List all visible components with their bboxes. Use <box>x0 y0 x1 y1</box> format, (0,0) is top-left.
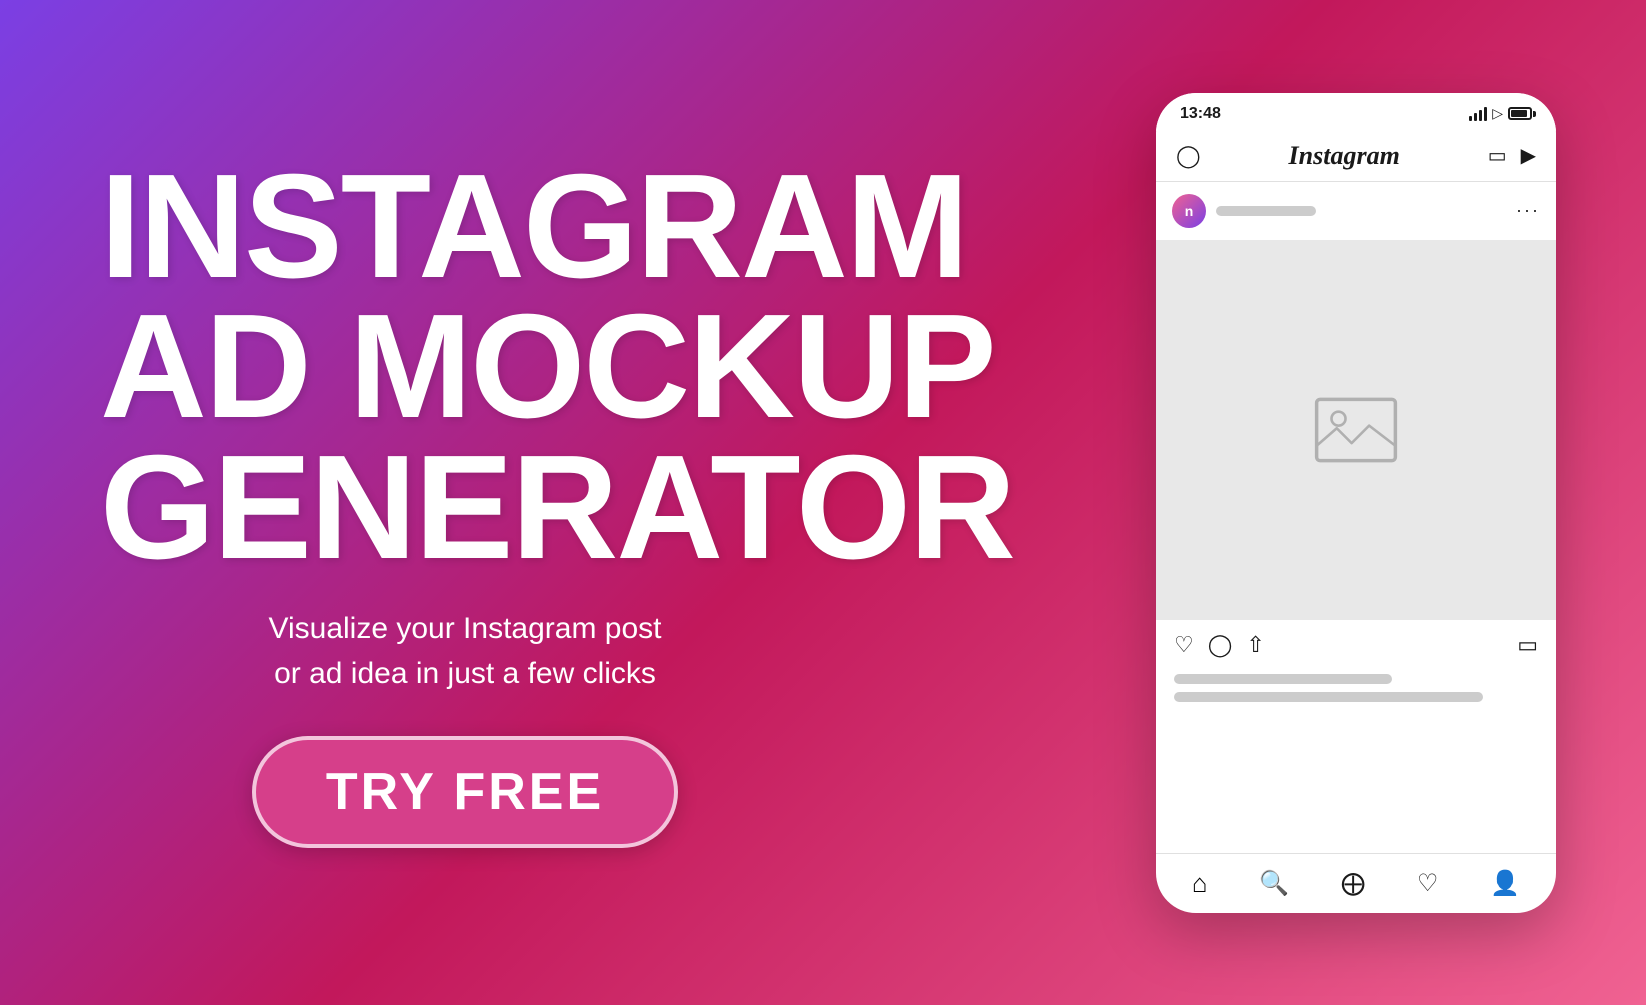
instagram-logo: Instagram <box>1289 141 1400 171</box>
caption-area <box>1156 670 1556 718</box>
title-line1: INSTAGRAM <box>100 157 1014 298</box>
image-placeholder-icon <box>1311 395 1401 465</box>
username-placeholder <box>1216 206 1316 216</box>
like-icon[interactable]: ♡ <box>1174 632 1194 658</box>
page-background: INSTAGRAM AD MOCKUP GENERATOR Visualize … <box>0 0 1646 1005</box>
status-icons: ▷ <box>1469 105 1532 122</box>
post-image-area <box>1156 240 1556 620</box>
right-section: 13:48 ▷ ◯ Instagram ▭ ▶ <box>1146 93 1566 913</box>
instagram-navbar: ◯ Instagram ▭ ▶ <box>1156 131 1556 182</box>
avatar: n <box>1172 194 1206 228</box>
add-post-icon[interactable]: ▭ <box>1488 143 1507 168</box>
search-nav-icon[interactable]: 🔍 <box>1259 869 1289 898</box>
caption-line-1 <box>1174 674 1392 684</box>
share-icon[interactable]: ⇧ <box>1246 632 1264 658</box>
post-header: n ··· <box>1156 182 1556 240</box>
main-title: INSTAGRAM AD MOCKUP GENERATOR <box>100 157 1014 579</box>
home-nav-icon[interactable]: ⌂ <box>1192 868 1208 899</box>
send-icon[interactable]: ▶ <box>1521 143 1536 168</box>
phone-mockup: 13:48 ▷ ◯ Instagram ▭ ▶ <box>1156 93 1556 913</box>
comment-icon[interactable]: ◯ <box>1208 632 1233 658</box>
camera-icon[interactable]: ◯ <box>1176 143 1201 169</box>
more-options-icon[interactable]: ··· <box>1516 200 1540 221</box>
create-nav-icon[interactable]: ⨁ <box>1341 869 1365 898</box>
profile-nav-icon[interactable]: 👤 <box>1490 869 1520 898</box>
left-section: INSTAGRAM AD MOCKUP GENERATOR Visualize … <box>100 157 830 849</box>
phone-status-bar: 13:48 ▷ <box>1156 93 1556 131</box>
title-line3: GENERATOR <box>100 438 1014 579</box>
signal-bars-icon <box>1469 107 1487 121</box>
caption-line-2 <box>1174 692 1483 702</box>
wifi-icon: ▷ <box>1492 105 1503 122</box>
reels-nav-icon[interactable]: ♡ <box>1417 869 1439 898</box>
title-line2: AD MOCKUP <box>100 297 1014 438</box>
try-free-button[interactable]: TRY FREE <box>252 736 678 848</box>
subtitle-text: Visualize your Instagram post or ad idea… <box>100 606 830 696</box>
post-user-info: n <box>1172 194 1316 228</box>
bookmark-icon[interactable]: ▭ <box>1517 632 1538 658</box>
post-actions: ♡ ◯ ⇧ ▭ <box>1156 620 1556 670</box>
battery-icon <box>1508 107 1532 120</box>
post-actions-left: ♡ ◯ ⇧ <box>1174 632 1265 658</box>
bottom-navigation: ⌂ 🔍 ⨁ ♡ 👤 <box>1156 853 1556 913</box>
status-time: 13:48 <box>1180 105 1221 123</box>
